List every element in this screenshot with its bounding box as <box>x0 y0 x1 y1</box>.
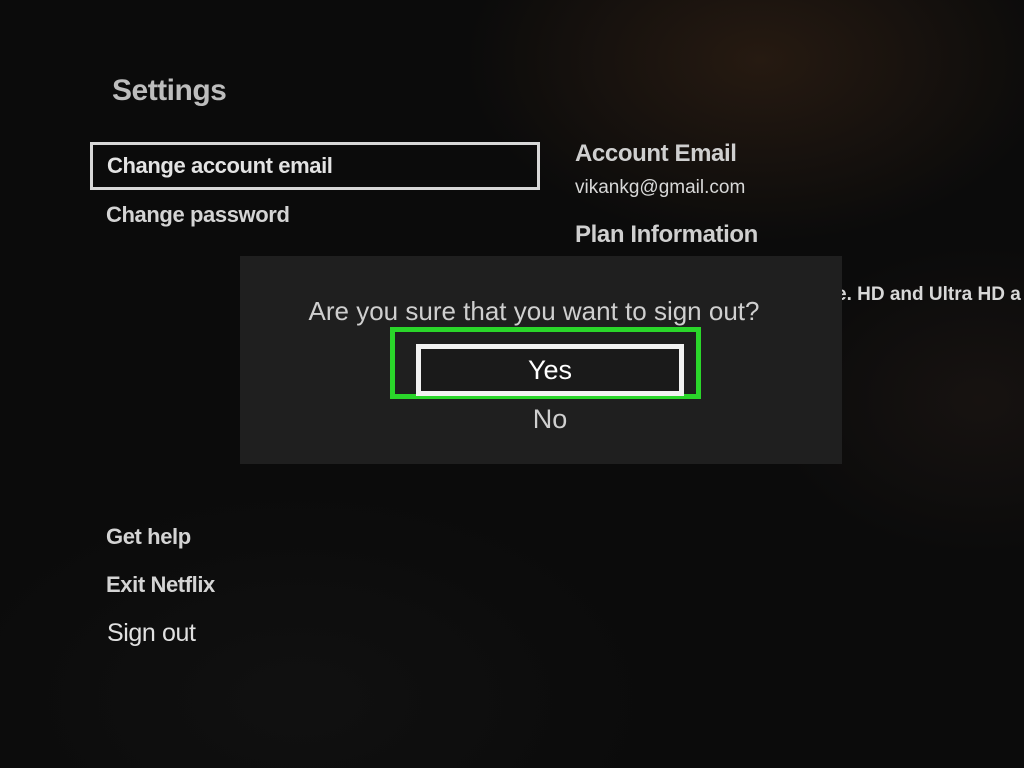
plan-information-detail: e. HD and Ultra HD a <box>836 284 1021 305</box>
yes-button[interactable]: Yes <box>416 344 684 396</box>
menu-item-get-help[interactable]: Get help <box>106 524 191 550</box>
page-title: Settings <box>112 74 227 107</box>
menu-item-change-password[interactable]: Change password <box>106 202 290 228</box>
dialog-question: Are you sure that you want to sign out? <box>308 296 760 326</box>
account-email-heading: Account Email <box>575 140 737 167</box>
sign-out-confirm-dialog: Are you sure that you want to sign out? … <box>240 256 842 464</box>
menu-item-exit-netflix[interactable]: Exit Netflix <box>106 572 215 598</box>
netflix-settings-screen: Settings Change account email Change pas… <box>0 0 1024 768</box>
no-button[interactable]: No <box>416 404 684 435</box>
menu-item-sign-out[interactable]: Sign out <box>107 619 196 648</box>
plan-information-heading: Plan Information <box>575 221 758 248</box>
account-email-value: vikankg@gmail.com <box>575 177 746 198</box>
menu-item-change-account-email[interactable]: Change account email <box>90 142 540 190</box>
